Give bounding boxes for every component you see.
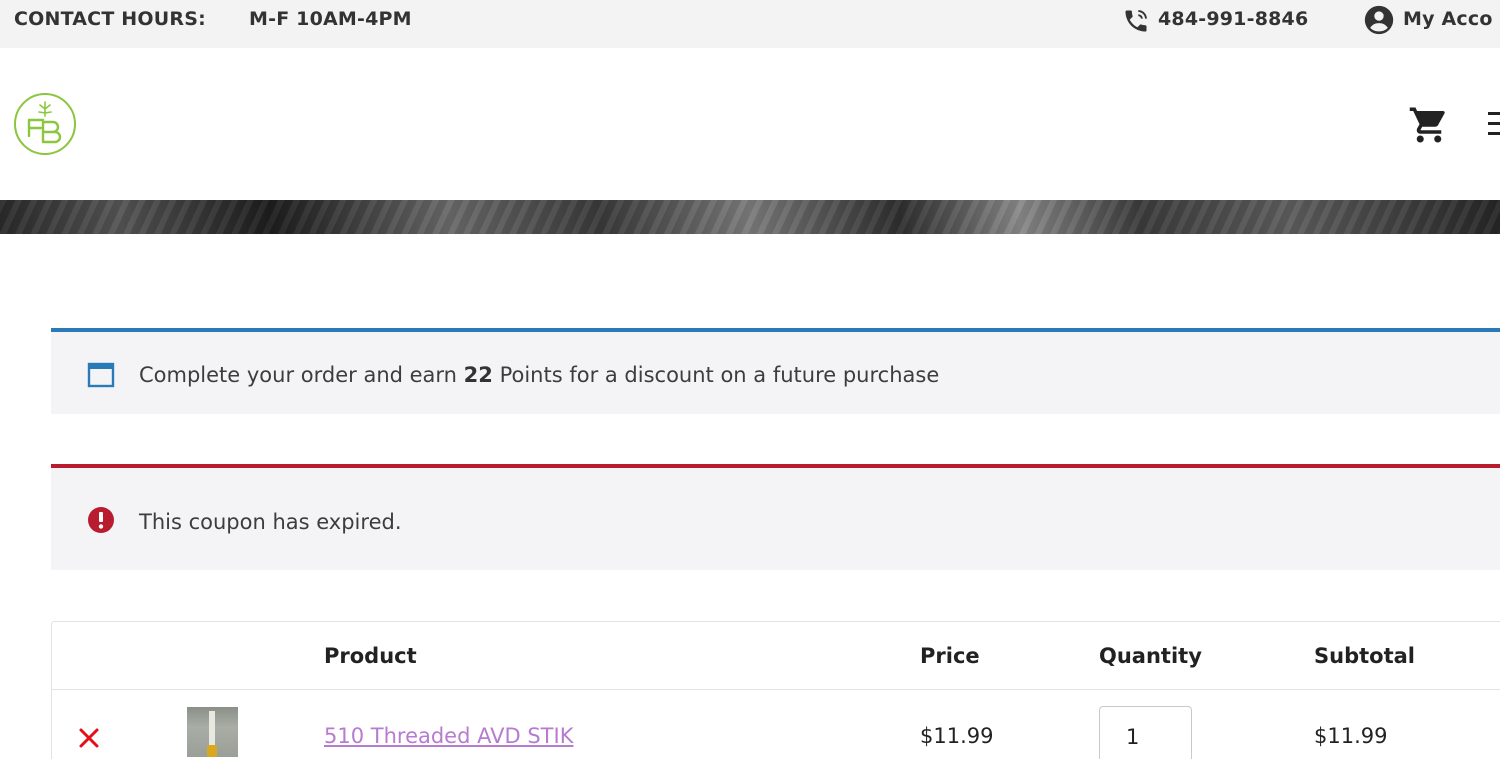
header-price: Price (920, 644, 980, 668)
cart-table: Product Price Quantity Subtotal 510 Thre… (51, 621, 1500, 759)
phone-number-link[interactable]: 484-991-8846 (1158, 8, 1308, 30)
hb-logo-icon[interactable] (13, 92, 77, 156)
exclamation-circle-icon (88, 507, 114, 533)
quantity-input[interactable] (1099, 706, 1192, 759)
coupon-error-notice: This coupon has expired. (51, 464, 1500, 570)
cart-icon[interactable] (1408, 104, 1450, 146)
header-subtotal: Subtotal (1314, 644, 1415, 668)
site-header (0, 48, 1500, 200)
points-notice-text: Complete your order and earn 22 Points f… (139, 363, 940, 387)
coupon-error-text: This coupon has expired. (139, 510, 402, 534)
window-icon (87, 362, 115, 388)
product-link[interactable]: 510 Threaded AVD STIK (324, 724, 573, 748)
my-account-link[interactable]: My Acco (1403, 8, 1493, 30)
remove-item-icon[interactable] (78, 727, 100, 749)
points-value: 22 (463, 363, 493, 387)
phone-icon[interactable] (1122, 7, 1150, 35)
header-quantity: Quantity (1099, 644, 1202, 668)
table-row: 510 Threaded AVD STIK $11.99 $11.99 (52, 691, 1500, 759)
hamburger-menu-icon[interactable] (1488, 106, 1500, 142)
contact-hours-value: M-F 10AM-4PM (249, 8, 412, 30)
cart-table-header: Product Price Quantity Subtotal (52, 622, 1500, 690)
hero-banner-image (0, 200, 1500, 234)
item-price: $11.99 (920, 724, 994, 748)
top-bar: CONTACT HOURS: M-F 10AM-4PM 484-991-8846… (0, 0, 1500, 48)
contact-hours-label: CONTACT HOURS: (14, 8, 206, 30)
user-circle-icon[interactable] (1362, 3, 1396, 37)
points-notice: Complete your order and earn 22 Points f… (51, 328, 1500, 414)
product-thumbnail[interactable] (187, 707, 238, 757)
header-product: Product (324, 644, 417, 668)
item-subtotal: $11.99 (1314, 724, 1388, 748)
